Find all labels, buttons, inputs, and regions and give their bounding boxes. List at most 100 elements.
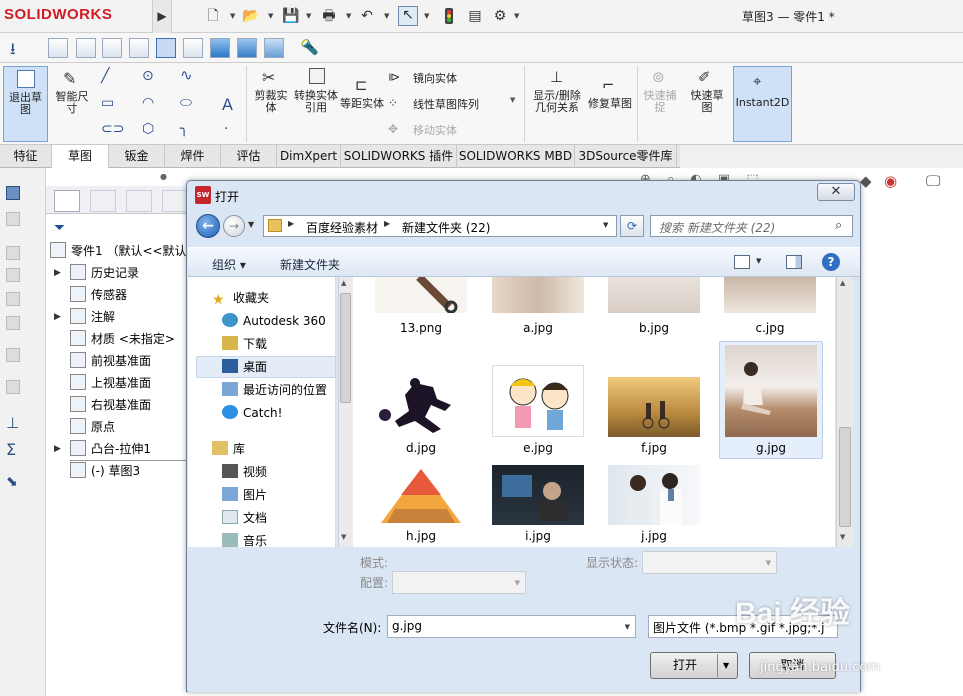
- tab-dimxpert[interactable]: DimXpert: [277, 145, 341, 168]
- tree-item-right-plane[interactable]: 右视基准面: [70, 395, 151, 415]
- tab-sheet-metal[interactable]: 钣金: [109, 145, 165, 168]
- view-hidden-lines-icon[interactable]: [156, 38, 176, 58]
- rapid-sketch-button[interactable]: ✐ 快速草图: [686, 68, 728, 128]
- menu-expand-arrow-icon[interactable]: ▶: [152, 0, 172, 33]
- scroll-down-icon[interactable]: ▼: [341, 533, 346, 541]
- search-icon[interactable]: ⌕: [835, 218, 842, 233]
- file-thumbnail-h[interactable]: [375, 465, 467, 525]
- polygon-icon[interactable]: ⬡: [142, 121, 154, 137]
- tab-evaluate[interactable]: 评估: [221, 145, 277, 168]
- view-dimetric-icon[interactable]: [102, 38, 122, 58]
- smart-dimension-button[interactable]: ✎ 智能尺寸: [52, 66, 92, 142]
- file-name[interactable]: 13.png: [375, 321, 467, 335]
- scroll-thumb[interactable]: [839, 427, 851, 527]
- instant2d-button[interactable]: ⌖ Instant2D: [733, 66, 792, 142]
- expand-arrow-icon[interactable]: ▶: [54, 312, 61, 322]
- monitor-icon[interactable]: 🖵: [926, 172, 940, 190]
- breadcrumb-item[interactable]: 新建文件夹 (22): [402, 219, 490, 236]
- address-bar[interactable]: ▶ 百度经验素材 ▶ 新建文件夹 (22) ▼: [263, 215, 617, 237]
- file-name[interactable]: i.jpg: [492, 529, 584, 543]
- file-thumbnail-b[interactable]: [608, 277, 700, 313]
- trim-entities-button[interactable]: ✂ 剪裁实体: [252, 68, 290, 128]
- refresh-icon[interactable]: ⟳: [620, 215, 644, 237]
- rebuild-traffic-light-icon[interactable]: [440, 8, 458, 24]
- pattern-dropdown-icon[interactable]: ▼: [510, 96, 515, 104]
- search-input[interactable]: 搜索 新建文件夹 (22) ⌕: [650, 215, 853, 237]
- save-dropdown-icon[interactable]: ▼: [306, 8, 311, 24]
- recent-locations-dropdown-icon[interactable]: ▼: [248, 220, 254, 229]
- tree-item-sensors[interactable]: 传感器: [70, 285, 127, 305]
- file-name[interactable]: h.jpg: [375, 529, 467, 543]
- appearance-icon[interactable]: ◆: [860, 172, 872, 190]
- tree-item-front-plane[interactable]: 前视基准面: [70, 351, 151, 371]
- filename-input[interactable]: g.jpg ▼: [387, 615, 636, 638]
- instant3d-icon[interactable]: ⬊: [6, 474, 18, 490]
- open-dropdown-icon[interactable]: ▼: [268, 8, 273, 24]
- print-dropdown-icon[interactable]: ▼: [346, 8, 351, 24]
- file-properties-icon[interactable]: ▤: [466, 8, 484, 24]
- new-folder-button[interactable]: 新建文件夹: [280, 256, 340, 273]
- curves-icon[interactable]: Ʃ: [6, 440, 16, 459]
- view-dropdown-icon[interactable]: ▼: [756, 257, 761, 265]
- new-file-icon[interactable]: 🗋: [204, 8, 222, 24]
- file-name[interactable]: e.jpg: [492, 441, 584, 455]
- view-shadows-icon[interactable]: [264, 38, 284, 58]
- file-name[interactable]: c.jpg: [724, 321, 816, 335]
- select-pointer-icon[interactable]: ↖: [398, 6, 418, 26]
- open-file-icon[interactable]: 📂: [242, 8, 260, 24]
- file-name[interactable]: j.jpg: [608, 529, 700, 543]
- options-gear-icon[interactable]: ⚙: [491, 8, 509, 24]
- part-icon[interactable]: [6, 186, 20, 200]
- property-manager-tab-icon[interactable]: [90, 190, 116, 212]
- tab-features[interactable]: 特征: [0, 145, 52, 168]
- normal-to-icon[interactable]: ⭳: [10, 38, 16, 65]
- select-dropdown-icon[interactable]: ▼: [424, 8, 429, 24]
- save-icon[interactable]: 💾: [282, 8, 300, 24]
- dimxpert-manager-tab-icon[interactable]: [162, 190, 188, 212]
- open-button[interactable]: 打开 ▼: [650, 652, 738, 679]
- expand-arrow-icon[interactable]: ▶: [54, 444, 61, 454]
- linear-pattern-icon[interactable]: ⁘: [388, 96, 398, 110]
- file-name[interactable]: b.jpg: [608, 321, 700, 335]
- tab-solidworks-mbd[interactable]: SOLIDWORKS MBD: [457, 145, 575, 168]
- collapse-handle-icon[interactable]: ●: [160, 172, 167, 181]
- file-thumbnail-i[interactable]: [492, 465, 584, 525]
- organize-menu[interactable]: 组织 ▾: [212, 256, 246, 273]
- line-icon[interactable]: ╱: [101, 68, 109, 84]
- text-icon[interactable]: A: [222, 95, 233, 114]
- file-thumbnail-c[interactable]: [724, 277, 816, 313]
- chevron-down-icon[interactable]: ▼: [625, 623, 630, 631]
- view-shaded-icon[interactable]: [210, 38, 230, 58]
- offset-entities-button[interactable]: ⊏ 等距实体: [340, 76, 384, 136]
- exit-sketch-button[interactable]: 退出草图: [3, 66, 48, 142]
- scroll-down-icon[interactable]: ▼: [840, 533, 845, 541]
- flashlight-icon[interactable]: 🔦: [300, 38, 319, 56]
- scenes-icon[interactable]: ◉: [884, 172, 897, 190]
- print-icon[interactable]: 🖶: [320, 8, 338, 24]
- scroll-up-icon[interactable]: ▲: [341, 279, 346, 287]
- point-icon[interactable]: ·: [224, 121, 228, 137]
- tab-weldments[interactable]: 焊件: [165, 145, 221, 168]
- reference-geometry-icon[interactable]: ⊥: [6, 414, 19, 432]
- file-thumbnail-13[interactable]: [375, 277, 467, 313]
- spline-icon[interactable]: ∿: [180, 66, 193, 84]
- tree-item-annotations[interactable]: 注解: [70, 307, 115, 327]
- file-name[interactable]: a.jpg: [492, 321, 584, 335]
- view-wireframe-icon[interactable]: [129, 38, 149, 58]
- options-dropdown-icon[interactable]: ▼: [514, 8, 519, 24]
- file-thumbnail-e[interactable]: [492, 365, 584, 437]
- view-trimetric-icon[interactable]: [76, 38, 96, 58]
- file-name-selected[interactable]: g.jpg: [725, 441, 817, 455]
- scroll-up-icon[interactable]: ▲: [840, 279, 845, 287]
- file-thumbnail-f[interactable]: [608, 377, 700, 437]
- undo-dropdown-icon[interactable]: ▼: [384, 8, 389, 24]
- tab-solidworks-addins[interactable]: SOLIDWORKS 插件: [341, 145, 457, 168]
- rectangle-icon[interactable]: ▭: [101, 95, 114, 111]
- breadcrumb-separator-icon[interactable]: ▶: [288, 219, 294, 228]
- file-thumbnail-d[interactable]: [375, 377, 467, 437]
- tab-3dsource[interactable]: 3DSource零件库: [575, 145, 677, 168]
- breadcrumb-item[interactable]: 百度经验素材: [306, 219, 378, 236]
- view-isometric-icon[interactable]: [48, 38, 68, 58]
- tree-item-history[interactable]: 历史记录: [70, 263, 139, 283]
- circle-icon[interactable]: ⊙: [142, 68, 154, 84]
